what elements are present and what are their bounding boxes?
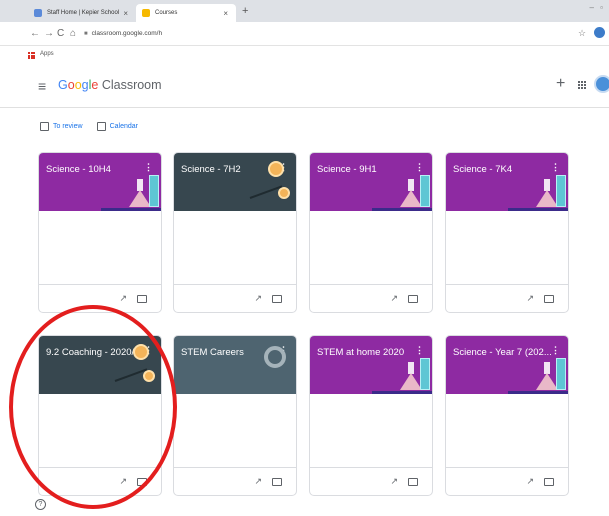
card-banner[interactable]: Science - 10H4 ⋮ (39, 153, 161, 211)
beaker-illustration-icon (149, 175, 159, 207)
calendar-link[interactable]: Calendar (96, 122, 138, 131)
course-card[interactable]: Science - Year 7 (202... ⋮ ↗ (445, 335, 569, 496)
product-name: Classroom (101, 78, 162, 92)
gear-illustration-icon (264, 346, 286, 368)
folder-icon[interactable] (408, 295, 418, 303)
trending-icon[interactable]: ↗ (254, 293, 262, 304)
calendar-icon (96, 122, 106, 131)
trending-icon[interactable]: ↗ (390, 476, 398, 487)
staff-home-favicon-icon (34, 9, 42, 17)
browser-tab-strip: Staff Home | Kepier School × Courses × +… (0, 0, 609, 22)
folder-icon[interactable] (544, 295, 554, 303)
classroom-header: ≡ Google Classroom + (0, 64, 609, 108)
tab-close-icon[interactable]: × (123, 9, 128, 18)
flask-illustration-icon (400, 179, 422, 207)
add-class-icon[interactable]: + (556, 75, 565, 93)
card-banner[interactable]: Science - 7H2 ⋮ (174, 153, 296, 211)
card-banner[interactable]: STEM Careers ⋮ (174, 336, 296, 394)
course-card[interactable]: Science - 10H4 ⋮ ↗ (38, 152, 162, 313)
window-controls[interactable]: – ▫ (589, 3, 605, 12)
card-footer: ↗ (446, 467, 568, 495)
more-options-icon[interactable]: ⋮ (551, 345, 560, 356)
to-review-link[interactable]: To review (40, 122, 83, 131)
flask-illustration-icon (536, 179, 558, 207)
orbs-illustration-icon (249, 157, 290, 207)
account-avatar[interactable] (594, 75, 609, 93)
card-footer: ↗ (446, 284, 568, 312)
flask-illustration-icon (400, 362, 422, 390)
google-apps-icon[interactable] (578, 81, 586, 89)
apps-bookmark[interactable]: Apps (40, 51, 54, 57)
card-banner[interactable]: Science - Year 7 (202... ⋮ (446, 336, 568, 394)
trending-icon[interactable]: ↗ (390, 293, 398, 304)
bookmark-star-icon[interactable]: ☆ (578, 28, 586, 39)
card-footer: ↗ (310, 284, 432, 312)
main-menu-icon[interactable]: ≡ (38, 78, 46, 94)
beaker-illustration-icon (556, 358, 566, 390)
extension-icon[interactable] (594, 27, 605, 38)
folder-icon[interactable] (272, 478, 282, 486)
folder-icon[interactable] (544, 478, 554, 486)
back-icon[interactable]: ← (30, 28, 40, 39)
folder-icon[interactable] (408, 478, 418, 486)
url-input[interactable]: ■ classroom.google.com/h (84, 26, 574, 41)
home-icon[interactable]: ⌂ (70, 28, 76, 39)
course-title[interactable]: Science - 7H2 (181, 164, 241, 175)
course-title[interactable]: STEM Careers (181, 347, 244, 358)
trending-icon[interactable]: ↗ (254, 476, 262, 487)
trending-icon[interactable]: ↗ (119, 293, 127, 304)
tab-staff-home[interactable]: Staff Home | Kepier School × (28, 4, 136, 22)
more-options-icon[interactable]: ⋮ (144, 162, 153, 173)
quick-links: To review Calendar (40, 122, 138, 131)
course-title[interactable]: Science - 9H1 (317, 164, 377, 175)
card-banner[interactable]: Science - 7K4 ⋮ (446, 153, 568, 211)
classroom-favicon-icon (142, 9, 150, 17)
card-banner[interactable]: Science - 9H1 ⋮ (310, 153, 432, 211)
forward-icon[interactable]: → (44, 28, 54, 39)
course-card[interactable]: Science - 7K4 ⋮ ↗ (445, 152, 569, 313)
beaker-illustration-icon (420, 175, 430, 207)
tab-courses[interactable]: Courses × (136, 4, 236, 22)
trending-icon[interactable]: ↗ (526, 476, 534, 487)
card-footer: ↗ (310, 467, 432, 495)
course-title[interactable]: STEM at home 2020 (317, 347, 404, 358)
card-footer: ↗ (174, 467, 296, 495)
flask-illustration-icon (129, 179, 151, 207)
help-icon[interactable]: ? (35, 499, 46, 510)
more-options-icon[interactable]: ⋮ (415, 345, 424, 356)
tab-label: Courses (155, 10, 178, 16)
review-icon (40, 122, 49, 131)
tab-label: Staff Home | Kepier School (47, 10, 120, 16)
apps-grid-icon[interactable] (28, 52, 35, 59)
annotation-circle (9, 305, 177, 509)
card-footer: ↗ (174, 284, 296, 312)
new-tab-icon[interactable]: + (242, 5, 248, 17)
card-banner[interactable]: STEM at home 2020 ⋮ (310, 336, 432, 394)
tab-close-icon[interactable]: × (223, 9, 228, 18)
address-bar: ← → C ⌂ ■ classroom.google.com/h ☆ (0, 22, 609, 46)
beaker-illustration-icon (420, 358, 430, 390)
reload-icon[interactable]: C (57, 28, 64, 39)
url-text: classroom.google.com/h (91, 30, 163, 37)
more-options-icon[interactable]: ⋮ (415, 162, 424, 173)
folder-icon[interactable] (272, 295, 282, 303)
folder-icon[interactable] (137, 295, 147, 303)
flask-illustration-icon (536, 362, 558, 390)
more-options-icon[interactable]: ⋮ (551, 162, 560, 173)
course-card[interactable]: STEM Careers ⋮ ↗ (173, 335, 297, 496)
course-title[interactable]: Science - 7K4 (453, 164, 512, 175)
bookmarks-bar: Apps (0, 46, 609, 64)
course-title[interactable]: Science - Year 7 (202... (453, 347, 552, 358)
classroom-logo[interactable]: Google Classroom (58, 78, 162, 92)
course-card[interactable]: Science - 9H1 ⋮ ↗ (309, 152, 433, 313)
beaker-illustration-icon (556, 175, 566, 207)
lock-icon: ■ (84, 30, 88, 37)
course-title[interactable]: Science - 10H4 (46, 164, 111, 175)
course-card[interactable]: STEM at home 2020 ⋮ ↗ (309, 335, 433, 496)
course-card[interactable]: Science - 7H2 ⋮ ↗ (173, 152, 297, 313)
trending-icon[interactable]: ↗ (526, 293, 534, 304)
